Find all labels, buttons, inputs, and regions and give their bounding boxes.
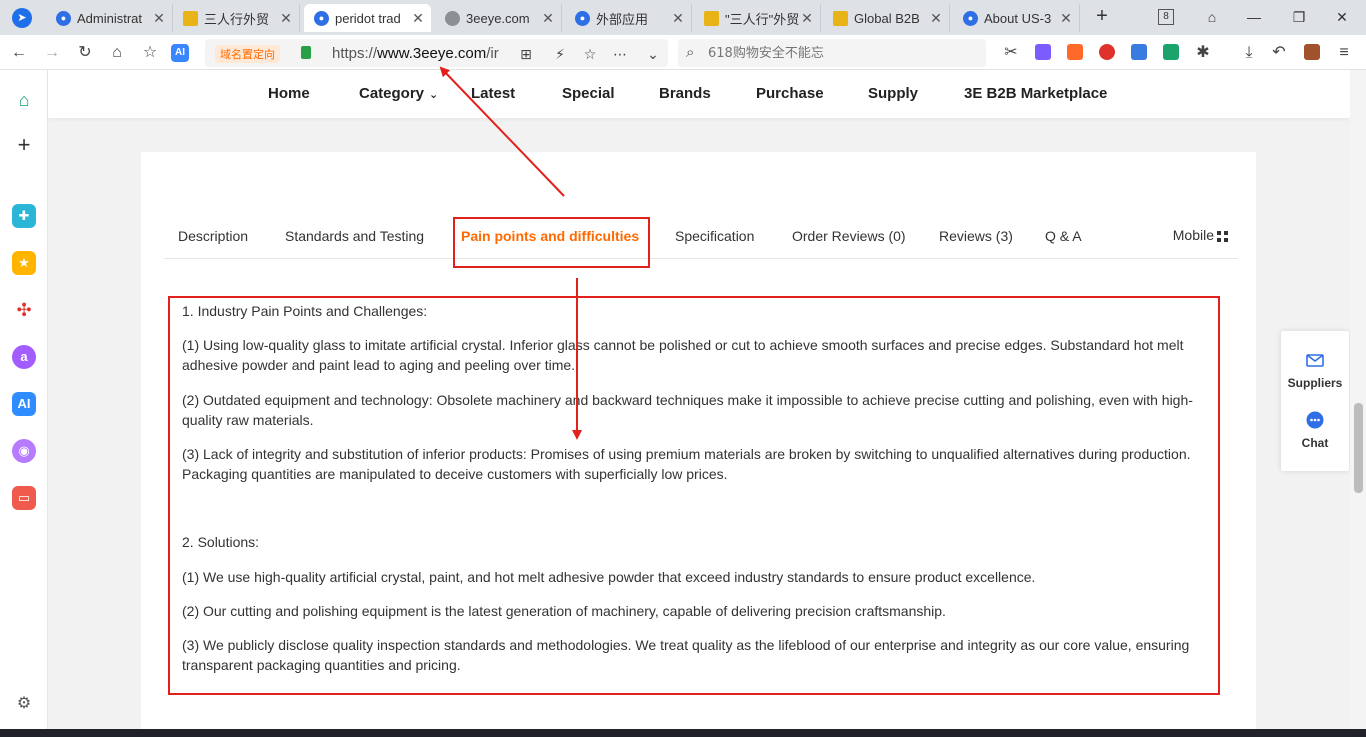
page-scrollbar[interactable]	[1350, 70, 1366, 729]
chat-bubble-icon	[1306, 411, 1324, 429]
annotation-arrows	[439, 66, 582, 440]
suppliers-button[interactable]: Suppliers	[1281, 351, 1349, 390]
envelope-icon	[1306, 354, 1324, 367]
chat-button[interactable]: Chat	[1281, 411, 1349, 450]
floating-contact-widget: Suppliers Chat	[1281, 331, 1349, 471]
arrow-to-url	[439, 66, 565, 197]
scrollbar-thumb[interactable]	[1354, 403, 1363, 493]
suppliers-label: Suppliers	[1287, 376, 1343, 390]
chat-label: Chat	[1301, 436, 1329, 450]
os-taskbar	[0, 729, 1366, 737]
